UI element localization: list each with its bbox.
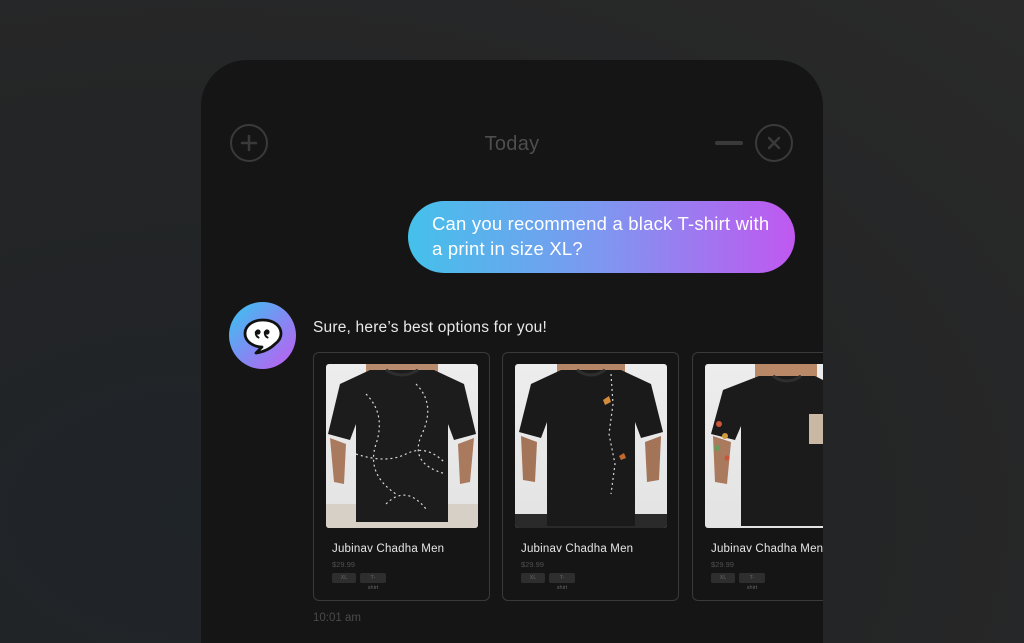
message-timestamp: 10:01 am — [313, 612, 361, 624]
product-card[interactable]: Jubinav Chadha Men $29.99 XL T-shirt — [502, 352, 679, 601]
product-price: $29.99 — [711, 560, 734, 569]
product-image — [326, 364, 478, 528]
product-tag-type: T-shirt — [739, 573, 765, 591]
product-price: $29.99 — [521, 560, 544, 569]
product-tag-size: XL — [711, 573, 735, 583]
minimize-icon[interactable] — [715, 141, 743, 145]
bot-message-text: Sure, here’s best options for you! — [313, 319, 547, 336]
product-name: Jubinav Chadha Men — [332, 543, 445, 555]
product-tag-size: XL — [332, 573, 356, 583]
product-tag-size: XL — [521, 573, 545, 583]
product-image — [515, 364, 667, 528]
product-tag-type: T-shirt — [549, 573, 575, 591]
chat-window: Today Can you recommend a black T-shirt … — [201, 60, 823, 643]
product-tag-type: T-shirt — [360, 573, 386, 591]
product-card[interactable]: Jubinav Chadha Men $29.99 XL T-shirt — [692, 352, 823, 601]
product-carousel[interactable]: Jubinav Chadha Men $29.99 XL T-shirt Jub… — [313, 352, 823, 602]
user-message-bubble: Can you recommend a black T-shirt with a… — [408, 201, 795, 273]
product-name: Jubinav Chadha Men — [521, 543, 634, 555]
close-icon — [767, 136, 781, 150]
product-image — [705, 364, 823, 528]
product-name: Jubinav Chadha Men — [711, 543, 823, 555]
close-button[interactable] — [755, 124, 793, 162]
chat-bubble-icon — [243, 318, 282, 354]
bot-avatar — [229, 302, 296, 369]
product-card[interactable]: Jubinav Chadha Men $29.99 XL T-shirt — [313, 352, 490, 601]
product-price: $29.99 — [332, 560, 355, 569]
